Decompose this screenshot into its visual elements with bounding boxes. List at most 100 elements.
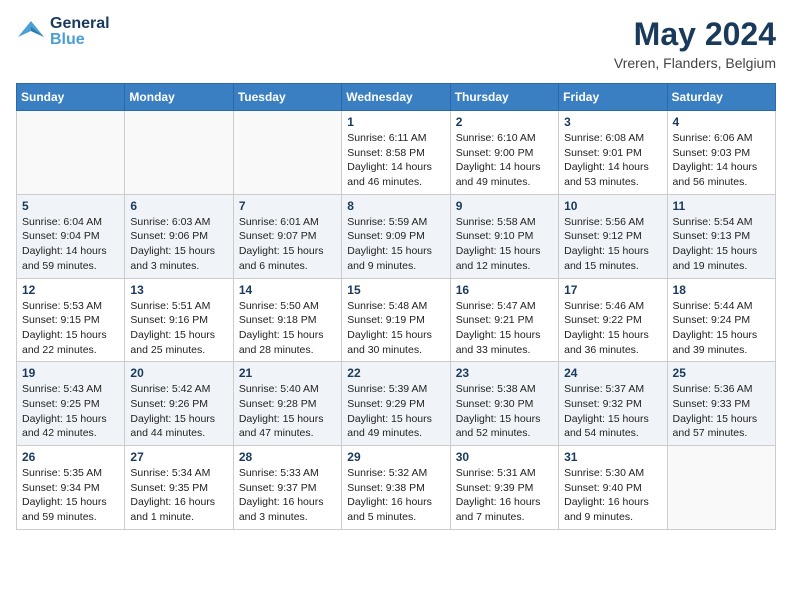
week-row-5: 26Sunrise: 5:35 AMSunset: 9:34 PMDayligh… <box>17 446 776 530</box>
day-number: 3 <box>564 115 661 129</box>
day-number: 22 <box>347 366 444 380</box>
day-info: Sunrise: 5:56 AMSunset: 9:12 PMDaylight:… <box>564 215 661 274</box>
calendar-cell: 29 Sunrise: 5:32 AMSunset: 9:38 PMDayligh… <box>342 446 450 530</box>
calendar-cell: 8 Sunrise: 5:59 AMSunset: 9:09 PMDaylight… <box>342 194 450 278</box>
day-number: 13 <box>130 283 227 297</box>
day-number: 21 <box>239 366 336 380</box>
main-title: May 2024 <box>614 16 776 53</box>
weekday-header-saturday: Saturday <box>667 84 775 111</box>
calendar-cell: 4 Sunrise: 6:06 AMSunset: 9:03 PMDaylight… <box>667 111 775 195</box>
weekday-header-monday: Monday <box>125 84 233 111</box>
calendar-cell: 21 Sunrise: 5:40 AMSunset: 9:28 PMDayligh… <box>233 362 341 446</box>
day-info: Sunrise: 5:48 AMSunset: 9:19 PMDaylight:… <box>347 299 444 358</box>
day-number: 4 <box>673 115 770 129</box>
calendar-cell: 13 Sunrise: 5:51 AMSunset: 9:16 PMDayligh… <box>125 278 233 362</box>
calendar-cell: 12 Sunrise: 5:53 AMSunset: 9:15 PMDayligh… <box>17 278 125 362</box>
calendar-cell: 20 Sunrise: 5:42 AMSunset: 9:26 PMDayligh… <box>125 362 233 446</box>
calendar-cell: 16Sunrise: 5:47 AMSunset: 9:21 PMDayligh… <box>450 278 558 362</box>
day-number: 18 <box>673 283 770 297</box>
calendar-cell: 9Sunrise: 5:58 AMSunset: 9:10 PMDaylight… <box>450 194 558 278</box>
day-number: 17 <box>564 283 661 297</box>
weekday-header-sunday: Sunday <box>17 84 125 111</box>
weekday-header-row: SundayMondayTuesdayWednesdayThursdayFrid… <box>17 84 776 111</box>
day-info: Sunrise: 6:04 AMSunset: 9:04 PMDaylight:… <box>22 215 119 274</box>
week-row-2: 5 Sunrise: 6:04 AMSunset: 9:04 PMDaylight… <box>17 194 776 278</box>
calendar-cell: 2Sunrise: 6:10 AMSunset: 9:00 PMDaylight… <box>450 111 558 195</box>
calendar-cell: 30 Sunrise: 5:31 AMSunset: 9:39 PMDayligh… <box>450 446 558 530</box>
calendar-cell: 18 Sunrise: 5:44 AMSunset: 9:24 PMDayligh… <box>667 278 775 362</box>
day-info: Sunrise: 5:54 AMSunset: 9:13 PMDaylight:… <box>673 215 770 274</box>
day-info: Sunrise: 5:33 AMSunset: 9:37 PMDaylight:… <box>239 466 336 525</box>
header: General Blue May 2024 Vreren, Flanders, … <box>16 16 776 71</box>
calendar-cell: 5 Sunrise: 6:04 AMSunset: 9:04 PMDaylight… <box>17 194 125 278</box>
day-number: 11 <box>673 199 770 213</box>
calendar-cell: 31 Sunrise: 5:30 AMSunset: 9:40 PMDayligh… <box>559 446 667 530</box>
calendar-cell: 28 Sunrise: 5:33 AMSunset: 9:37 PMDayligh… <box>233 446 341 530</box>
day-info: Sunrise: 5:59 AMSunset: 9:09 PMDaylight:… <box>347 215 444 274</box>
logo: General Blue <box>16 16 110 48</box>
calendar-cell: 14 Sunrise: 5:50 AMSunset: 9:18 PMDayligh… <box>233 278 341 362</box>
logo-blue: Blue <box>50 32 110 48</box>
day-info: Sunrise: 5:50 AMSunset: 9:18 PMDaylight:… <box>239 299 336 358</box>
day-number: 19 <box>22 366 119 380</box>
calendar-cell: 23 Sunrise: 5:38 AMSunset: 9:30 PMDayligh… <box>450 362 558 446</box>
day-info: Sunrise: 6:08 AMSunset: 9:01 PMDaylight:… <box>564 131 661 190</box>
weekday-header-wednesday: Wednesday <box>342 84 450 111</box>
day-info: Sunrise: 5:38 AMSunset: 9:30 PMDaylight:… <box>456 382 553 441</box>
logo-bird-icon <box>16 17 46 47</box>
day-info: Sunrise: 5:40 AMSunset: 9:28 PMDaylight:… <box>239 382 336 441</box>
day-number: 31 <box>564 450 661 464</box>
calendar-cell <box>233 111 341 195</box>
calendar-cell: 22 Sunrise: 5:39 AMSunset: 9:29 PMDayligh… <box>342 362 450 446</box>
calendar-cell: 10 Sunrise: 5:56 AMSunset: 9:12 PMDayligh… <box>559 194 667 278</box>
day-info: Sunrise: 5:42 AMSunset: 9:26 PMDaylight:… <box>130 382 227 441</box>
day-info: Sunrise: 5:46 AMSunset: 9:22 PMDaylight:… <box>564 299 661 358</box>
calendar-cell: 24 Sunrise: 5:37 AMSunset: 9:32 PMDayligh… <box>559 362 667 446</box>
weekday-header-tuesday: Tuesday <box>233 84 341 111</box>
day-info: Sunrise: 5:36 AMSunset: 9:33 PMDaylight:… <box>673 382 770 441</box>
calendar-cell <box>125 111 233 195</box>
day-number: 24 <box>564 366 661 380</box>
day-number: 5 <box>22 199 119 213</box>
weekday-header-thursday: Thursday <box>450 84 558 111</box>
logo-text: General Blue <box>50 16 110 48</box>
day-number: 10 <box>564 199 661 213</box>
day-info: Sunrise: 5:30 AMSunset: 9:40 PMDaylight:… <box>564 466 661 525</box>
calendar-cell: 15 Sunrise: 5:48 AMSunset: 9:19 PMDayligh… <box>342 278 450 362</box>
day-number: 28 <box>239 450 336 464</box>
day-number: 12 <box>22 283 119 297</box>
weekday-header-friday: Friday <box>559 84 667 111</box>
day-info: Sunrise: 6:11 AMSunset: 8:58 PMDaylight:… <box>347 131 444 190</box>
calendar-cell: 17 Sunrise: 5:46 AMSunset: 9:22 PMDayligh… <box>559 278 667 362</box>
calendar-cell: 6Sunrise: 6:03 AMSunset: 9:06 PMDaylight… <box>125 194 233 278</box>
day-number: 25 <box>673 366 770 380</box>
day-number: 27 <box>130 450 227 464</box>
day-info: Sunrise: 5:44 AMSunset: 9:24 PMDaylight:… <box>673 299 770 358</box>
day-info: Sunrise: 5:37 AMSunset: 9:32 PMDaylight:… <box>564 382 661 441</box>
week-row-4: 19 Sunrise: 5:43 AMSunset: 9:25 PMDayligh… <box>17 362 776 446</box>
day-info: Sunrise: 6:03 AMSunset: 9:06 PMDaylight:… <box>130 215 227 274</box>
day-info: Sunrise: 6:10 AMSunset: 9:00 PMDaylight:… <box>456 131 553 190</box>
day-info: Sunrise: 5:39 AMSunset: 9:29 PMDaylight:… <box>347 382 444 441</box>
day-number: 23 <box>456 366 553 380</box>
day-number: 14 <box>239 283 336 297</box>
day-number: 30 <box>456 450 553 464</box>
day-info: Sunrise: 6:06 AMSunset: 9:03 PMDaylight:… <box>673 131 770 190</box>
day-info: Sunrise: 5:53 AMSunset: 9:15 PMDaylight:… <box>22 299 119 358</box>
day-info: Sunrise: 5:43 AMSunset: 9:25 PMDaylight:… <box>22 382 119 441</box>
calendar-cell: 19 Sunrise: 5:43 AMSunset: 9:25 PMDayligh… <box>17 362 125 446</box>
day-number: 9 <box>456 199 553 213</box>
day-number: 8 <box>347 199 444 213</box>
day-info: Sunrise: 5:34 AMSunset: 9:35 PMDaylight:… <box>130 466 227 525</box>
day-number: 29 <box>347 450 444 464</box>
day-number: 15 <box>347 283 444 297</box>
day-number: 20 <box>130 366 227 380</box>
calendar-cell: 27 Sunrise: 5:34 AMSunset: 9:35 PMDayligh… <box>125 446 233 530</box>
day-info: Sunrise: 5:51 AMSunset: 9:16 PMDaylight:… <box>130 299 227 358</box>
day-number: 7 <box>239 199 336 213</box>
day-info: Sunrise: 5:32 AMSunset: 9:38 PMDaylight:… <box>347 466 444 525</box>
day-number: 1 <box>347 115 444 129</box>
calendar-cell: 26Sunrise: 5:35 AMSunset: 9:34 PMDayligh… <box>17 446 125 530</box>
day-info: Sunrise: 5:31 AMSunset: 9:39 PMDaylight:… <box>456 466 553 525</box>
calendar-cell: 25 Sunrise: 5:36 AMSunset: 9:33 PMDayligh… <box>667 362 775 446</box>
